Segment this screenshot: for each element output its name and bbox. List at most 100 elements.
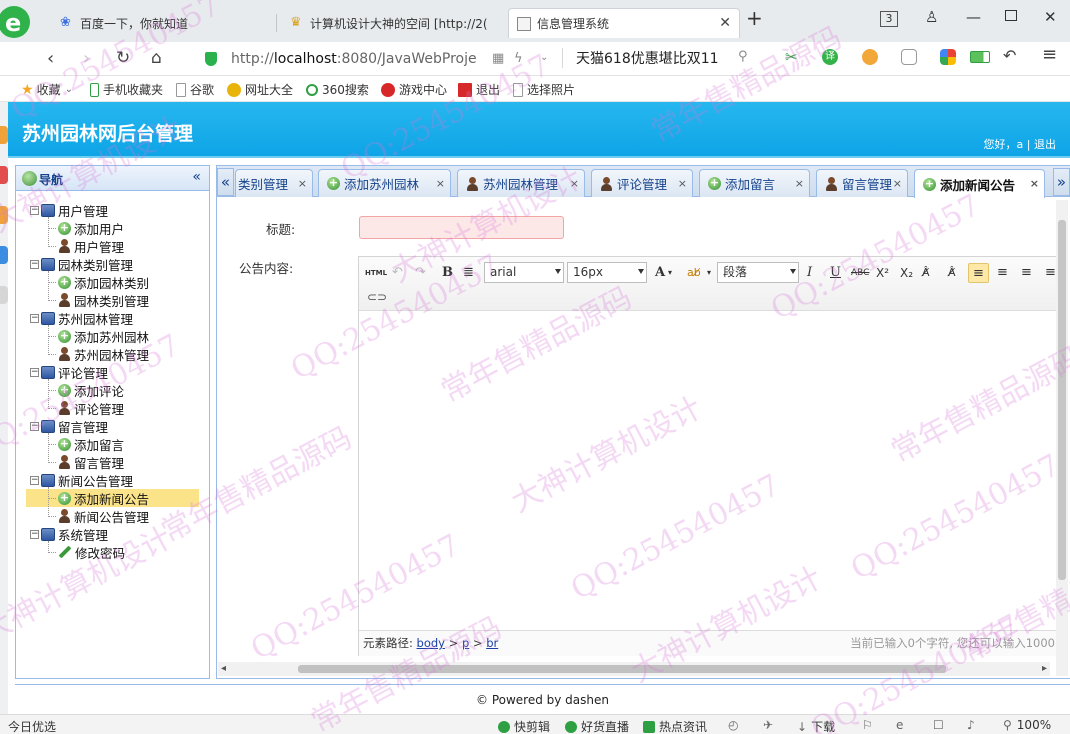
window-icon[interactable]: ☐ (933, 718, 944, 732)
search-icon[interactable]: ⚲ (738, 49, 748, 64)
content-tab[interactable]: + 添加新闻公告 × (914, 169, 1045, 198)
align-center-icon[interactable]: ≡ (1021, 263, 1032, 283)
font-family-select[interactable]: arial (484, 262, 564, 283)
status-today[interactable]: 今日优选 (8, 718, 56, 734)
nav-item[interactable]: 苏州园林管理 (58, 345, 149, 363)
reload-icon[interactable]: ↻ (116, 48, 130, 68)
forward-icon[interactable]: › (83, 48, 90, 69)
nav-item[interactable]: + 添加用户 (58, 219, 124, 237)
speed-icon[interactable]: ◴ (728, 718, 738, 732)
close-tab-icon[interactable]: × (893, 177, 902, 190)
close-tab-icon[interactable]: × (795, 177, 804, 190)
flag-icon[interactable]: ⚐ (862, 718, 873, 732)
sidebar-app-icon[interactable] (0, 286, 8, 304)
nav-group[interactable]: − 园林类别管理 (30, 255, 133, 273)
underline-button[interactable]: U (830, 263, 841, 283)
bookmark-exit[interactable]: 退出 (458, 81, 500, 98)
bookmark-google[interactable]: 谷歌 (176, 81, 214, 98)
collapse-toggle-icon[interactable]: − (30, 259, 39, 269)
bookmark-mobile[interactable]: 手机收藏夹 (90, 81, 163, 98)
bookmark-sites[interactable]: 网址大全 (227, 81, 293, 98)
collapse-toggle-icon[interactable]: − (30, 367, 39, 377)
close-tab-icon[interactable]: × (570, 177, 579, 190)
coin-icon[interactable] (862, 49, 878, 65)
editor-body[interactable] (359, 312, 1055, 630)
nav-group[interactable]: − 评论管理 (30, 363, 108, 381)
content-tab[interactable]: 类别管理 × (235, 169, 313, 197)
content-tab[interactable]: 苏州园林管理 × (457, 169, 585, 197)
status-quick-edit[interactable]: 快剪辑 (498, 718, 550, 734)
remove-format-icon[interactable]: Â̸ (948, 263, 956, 283)
zoom-control[interactable]: ⚲ 100% (1003, 718, 1051, 732)
shirt-icon[interactable]: ♙ (925, 8, 938, 26)
browser-tab-blog[interactable]: ♛ 计算机设计大神的空间 [http://2( (282, 8, 504, 38)
sidebar-app-icon[interactable] (0, 206, 8, 224)
translate-icon[interactable]: 译 (822, 49, 838, 65)
highlight-color-icon[interactable]: ab̸ (687, 263, 701, 283)
dropdown-arrow-icon[interactable]: ▾ (707, 263, 711, 283)
nav-group[interactable]: − 留言管理 (30, 417, 108, 435)
bookmark-360[interactable]: 360搜索 (306, 81, 369, 98)
battery-icon[interactable] (970, 51, 990, 63)
content-tab[interactable]: + 添加留言 × (699, 169, 810, 197)
undo-icon[interactable]: ↶ (392, 263, 403, 283)
italic-button[interactable]: I (807, 263, 812, 283)
content-tab[interactable]: 评论管理 × (591, 169, 693, 197)
font-size-select[interactable]: 16px (567, 262, 647, 283)
title-input[interactable] (359, 216, 564, 239)
scrollbar-thumb[interactable] (298, 665, 946, 673)
collapse-toggle-icon[interactable]: − (30, 529, 39, 539)
browser-tab-baidu[interactable]: ❀ 百度一下，你就知道 (52, 8, 267, 38)
new-tab-button[interactable]: + (746, 6, 763, 30)
scrollbar-thumb[interactable] (1058, 220, 1066, 580)
sidebar-app-icon[interactable] (0, 246, 8, 264)
user-greeting-logout[interactable]: 您好，a | 退出 (984, 136, 1056, 152)
link-icon[interactable]: ⊂⊃ (367, 287, 387, 307)
strikethrough-button[interactable]: ABC (851, 263, 869, 283)
content-tab[interactable]: 留言管理 × (816, 169, 908, 197)
collapse-toggle-icon[interactable]: − (30, 205, 39, 215)
lightning-icon[interactable]: ϟ (514, 51, 523, 66)
close-tab-icon[interactable]: × (298, 177, 307, 190)
close-tab-icon[interactable]: × (1030, 177, 1039, 190)
superscript-button[interactable]: X² (876, 263, 889, 283)
bookmark-games[interactable]: 游戏中心 (381, 81, 447, 98)
status-news[interactable]: 热点资讯 (643, 718, 707, 734)
status-download[interactable]: ↓ 下载 (797, 718, 835, 734)
nav-item[interactable]: 用户管理 (58, 237, 124, 255)
scroll-left-arrow-icon[interactable]: ◂ (221, 662, 226, 676)
search-promo-text[interactable]: 天猫618优惠堪比双11 (576, 48, 719, 68)
source-html-button[interactable]: HTML (365, 263, 387, 283)
sidebar-app-icon[interactable] (0, 166, 8, 184)
pin-icon[interactable]: ✈ (763, 718, 773, 732)
collapse-toggle-icon[interactable]: − (30, 313, 39, 323)
tab-scroll-right-icon[interactable]: » (1053, 168, 1070, 196)
nav-item[interactable]: 园林类别管理 (58, 291, 149, 309)
bookmark-photo[interactable]: 选择照片 (513, 81, 575, 98)
align-right-icon[interactable]: ≡ (997, 263, 1008, 283)
close-tab-icon[interactable]: × (436, 177, 445, 190)
close-window-icon[interactable]: ✕ (1044, 8, 1057, 26)
browser-tab-active[interactable]: 信息管理系统 ✕ (508, 8, 740, 38)
dropdown-arrow-icon[interactable]: ▾ (668, 263, 672, 283)
path-br-link[interactable]: br (486, 636, 498, 650)
dropdown-chevron-icon[interactable]: ⌄ (540, 52, 548, 63)
scissors-icon[interactable]: ✂ (785, 49, 801, 65)
path-p-link[interactable]: p (462, 636, 469, 650)
menu-icon[interactable]: ≡ (1042, 44, 1057, 65)
bold-button[interactable]: B (442, 263, 453, 283)
back-icon[interactable]: ‹ (47, 48, 54, 69)
nav-group[interactable]: − 用户管理 (30, 201, 108, 219)
align-justify-icon[interactable]: ≡ (1045, 263, 1056, 283)
status-live[interactable]: 好货直播 (565, 718, 629, 734)
align-left-icon[interactable]: ≡ (968, 263, 989, 283)
collapse-icon[interactable]: « (192, 169, 201, 185)
scroll-right-arrow-icon[interactable]: ▸ (1042, 662, 1047, 676)
redo-icon[interactable]: ↷ (415, 263, 426, 283)
path-body-link[interactable]: body (417, 636, 445, 650)
nav-item[interactable]: + 添加苏州园林 (58, 327, 149, 345)
sidebar-app-icon[interactable] (0, 126, 8, 144)
close-tab-icon[interactable]: ✕ (719, 15, 731, 31)
volume-icon[interactable]: ♪ (967, 718, 975, 732)
undo-icon[interactable]: ↶ (1003, 46, 1016, 65)
